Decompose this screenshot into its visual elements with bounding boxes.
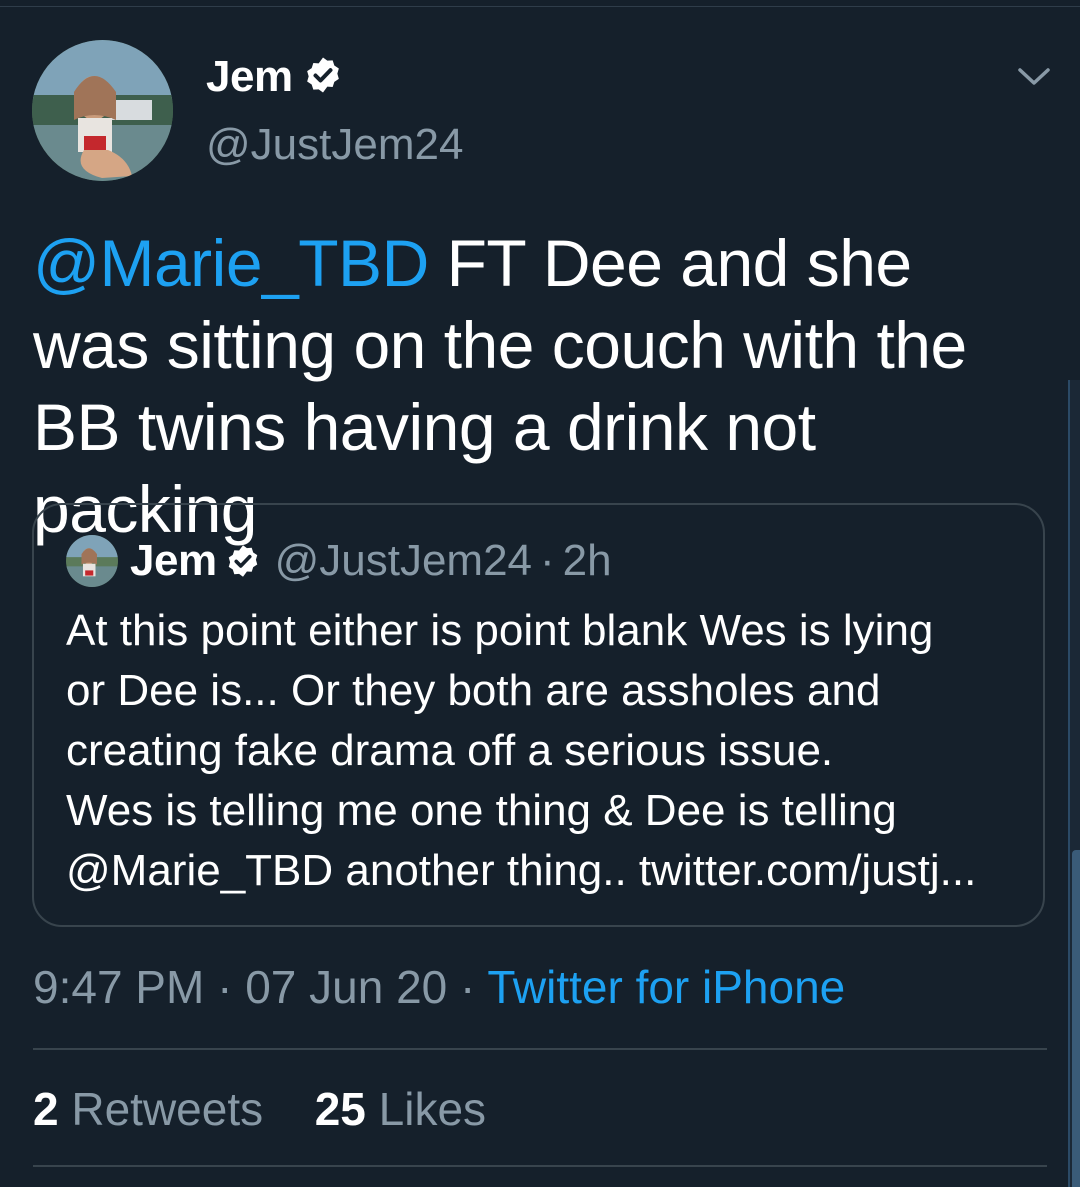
retweets-count: 2 — [33, 1083, 59, 1135]
quoted-text: At this point either is point blank Wes … — [66, 601, 1026, 901]
tweet-time[interactable]: 9:47 PM — [33, 961, 204, 1013]
likes-count: 25 — [314, 1083, 366, 1135]
verified-badge-icon — [225, 543, 261, 579]
divider — [33, 1165, 1047, 1167]
verified-badge-icon — [303, 55, 343, 100]
tweet-text: @Marie_TBD FT Dee and she was sitting on… — [33, 222, 1043, 550]
quoted-text-line: At this point either is point blank Wes … — [66, 606, 934, 655]
likes-label: Likes — [378, 1083, 487, 1135]
tweet-metadata: 9:47 PM · 07 Jun 20 · Twitter for iPhone — [33, 960, 845, 1014]
quoted-text-line: Wes is telling me one thing & Dee is tel… — [66, 786, 897, 835]
quoted-author-avatar — [66, 535, 118, 587]
scrollbar-thumb[interactable] — [1072, 850, 1080, 1187]
retweets-label: Retweets — [71, 1083, 264, 1135]
author-avatar[interactable] — [32, 40, 173, 181]
tweet-source-link[interactable]: Twitter for iPhone — [487, 961, 845, 1013]
meta-separator: · — [217, 961, 233, 1013]
quoted-author-handle: @JustJem24 — [274, 536, 533, 585]
meta-separator: · — [460, 961, 476, 1013]
quoted-text-line: @Marie_TBD another thing.. twitter.com/j… — [66, 846, 977, 895]
likes-stat[interactable]: 25 Likes — [315, 1083, 486, 1135]
mention-link[interactable]: @Marie_TBD — [33, 226, 429, 300]
quoted-tweet-card[interactable]: Jem @JustJem24 · 2h At this point either… — [32, 503, 1045, 927]
quoted-text-line: or Dee is... Or they both are assholes a… — [66, 666, 881, 715]
quoted-age: 2h — [562, 536, 612, 585]
quoted-header: Jem @JustJem24 · 2h — [130, 535, 612, 587]
top-divider — [0, 6, 1080, 7]
author-handle[interactable]: @JustJem24 — [206, 120, 463, 170]
retweets-stat[interactable]: 2 Retweets — [33, 1083, 276, 1135]
author-name-row: Jem — [206, 52, 343, 102]
author-name[interactable]: Jem — [206, 52, 293, 102]
quoted-text-line: creating fake drama off a serious issue. — [66, 726, 834, 775]
chevron-down-icon[interactable] — [1016, 62, 1052, 90]
quoted-author-name: Jem — [130, 536, 217, 585]
tweet-stats: 2 Retweets 25 Likes — [33, 1082, 486, 1136]
quoted-separator: · — [540, 536, 555, 585]
divider — [33, 1048, 1047, 1050]
tweet-date[interactable]: 07 Jun 20 — [245, 961, 447, 1013]
